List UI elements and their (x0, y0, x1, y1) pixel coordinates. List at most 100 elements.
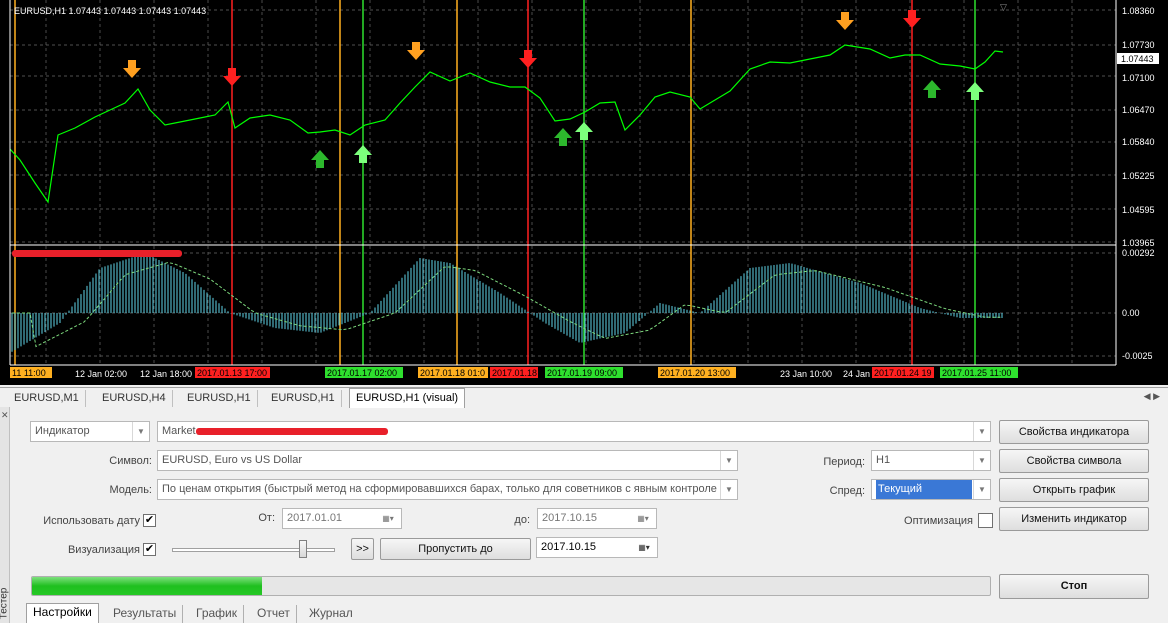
visualization-checkbox[interactable]: ✔ (143, 543, 156, 556)
indicator-tick-label: 0.00 (1122, 308, 1140, 318)
down-arrow-icon (903, 10, 921, 28)
chevron-down-icon: ▼ (973, 480, 990, 499)
period-select-value: H1 (876, 454, 891, 466)
price-tick-label: 1.06470 (1122, 105, 1155, 115)
chevron-down-icon: ▼ (973, 451, 990, 470)
tab-journal[interactable]: Журнал (303, 605, 359, 623)
indicator-axis-ticks: 0.00292 0.00 -0.0025 (1122, 248, 1155, 361)
calendar-icon: ▦▾ (637, 514, 649, 523)
indicator-properties-button[interactable]: Свойства индикатора (999, 420, 1149, 444)
type-select[interactable]: Индикатор ▼ (30, 421, 150, 442)
calendar-icon: ▦▾ (382, 514, 394, 523)
skip-to-button[interactable]: Пропустить до (380, 538, 531, 560)
period-select[interactable]: H1 ▼ (871, 450, 991, 471)
to-date-input[interactable]: 2017.10.15 ▦▾ (537, 508, 657, 529)
indicator-histogram (11, 253, 1003, 352)
price-tick-label: 1.05840 (1122, 137, 1155, 147)
time-tick-label: 12 Jan 18:00 (140, 369, 192, 379)
tab-settings[interactable]: Настройки (26, 603, 99, 623)
up-arrow-icon (354, 145, 372, 163)
signal-time-label: 2017.01.13 17:00 (197, 368, 267, 378)
redacted-indicator-name (12, 250, 182, 257)
skip-to-date-input[interactable]: 2017.10.15 ▦▾ (536, 537, 658, 558)
calendar-icon: ▦▾ (638, 543, 650, 552)
speed-slider-track[interactable] (172, 548, 335, 552)
indicator-tick-label: -0.0025 (1122, 351, 1153, 361)
indicator-select-value: Market (162, 425, 196, 437)
signal-time-label: 11 11:00 (12, 368, 46, 378)
chart-tab-eurusd-h1-visual[interactable]: EURUSD,H1 (visual) (349, 388, 466, 408)
up-arrow-icon (923, 80, 941, 98)
tab-report[interactable]: Отчет (251, 605, 297, 623)
tab-results[interactable]: Результаты (107, 605, 184, 623)
visualization-label: Визуализация (67, 544, 140, 556)
spread-select-value: Текущий (876, 480, 972, 499)
price-chart[interactable]: EURUSD,H1 1.07443 1.07443 1.07443 1.0744… (0, 0, 1168, 385)
time-tick-label: 24 Jan (843, 369, 870, 379)
from-date-input[interactable]: 2017.01.01 ▦▾ (282, 508, 402, 529)
test-progress-bar (31, 576, 991, 596)
chart-shift-marker: ▽ (1000, 2, 1007, 12)
price-tick-label: 1.04595 (1122, 205, 1155, 215)
up-arrow-icon (554, 128, 572, 146)
from-label: От: (258, 512, 275, 524)
close-icon[interactable]: ✕ (1, 410, 9, 421)
open-chart-button[interactable]: Открыть график (999, 478, 1149, 502)
model-select-value: По ценам открытия (быстрый метод на сфор… (162, 483, 717, 495)
signal-time-label: 2017.01.19 09:00 (547, 368, 617, 378)
up-arrow-icon (575, 122, 593, 140)
chart-tab-eurusd-m1[interactable]: EURUSD,M1 (8, 390, 86, 407)
price-tick-label: 1.03965 (1122, 238, 1155, 248)
skip-to-date-value: 2017.10.15 (541, 541, 597, 553)
speed-slider-thumb[interactable] (299, 540, 307, 558)
signal-time-label: 2017.01.18 01:0 (420, 368, 485, 378)
use-date-checkbox[interactable]: ✔ (143, 514, 156, 527)
tab-scroll-arrows[interactable]: ◀ ▶ (1144, 391, 1160, 402)
down-arrow-icon (407, 42, 425, 60)
signal-arrows (123, 10, 984, 168)
signal-time-label: 2017.01.24 19 (874, 368, 932, 378)
to-label: до: (514, 514, 530, 526)
chevron-down-icon: ▼ (132, 422, 149, 441)
model-select[interactable]: По ценам открытия (быстрый метод на сфор… (157, 479, 738, 500)
period-label: Период: (823, 456, 865, 468)
tab-graph[interactable]: График (190, 605, 244, 623)
symbol-select[interactable]: EURUSD, Euro vs US Dollar ▼ (157, 450, 738, 471)
skip-fast-button[interactable]: >> (351, 538, 374, 560)
stop-button[interactable]: Стоп (999, 574, 1149, 599)
redacted-indicator-filename (196, 428, 388, 435)
up-arrow-icon (966, 82, 984, 100)
chart-tab-eurusd-h4[interactable]: EURUSD,H4 (96, 390, 173, 407)
tester-side-label: Тестер (0, 587, 10, 620)
down-arrow-icon (519, 50, 537, 68)
use-date-label: Использовать дату (43, 515, 140, 527)
symbol-select-value: EURUSD, Euro vs US Dollar (162, 454, 302, 466)
signal-time-label: 2017.01.17 02:00 (327, 368, 397, 378)
price-tick-label: 1.07100 (1122, 73, 1155, 83)
spread-label: Спред: (829, 485, 865, 497)
symbol-properties-button[interactable]: Свойства символа (999, 449, 1149, 473)
indicator-tick-label: 0.00292 (1122, 248, 1155, 258)
time-tick-label: 12 Jan 02:00 (75, 369, 127, 379)
chevron-down-icon: ▼ (973, 422, 990, 441)
spread-select[interactable]: Текущий ▼ (871, 479, 991, 500)
signal-time-label: 2017.01.18 (492, 368, 537, 378)
chart-tab-eurusd-h1[interactable]: EURUSD,H1 (181, 390, 258, 407)
chart-area[interactable]: EURUSD,H1 1.07443 1.07443 1.07443 1.0744… (0, 0, 1168, 385)
signal-time-label: 2017.01.25 11:00 (942, 368, 1011, 378)
up-arrow-icon (311, 150, 329, 168)
price-tick-label: 1.08360 (1122, 6, 1155, 16)
modify-indicator-button[interactable]: Изменить индикатор (999, 507, 1149, 531)
time-tick-label: 23 Jan 10:00 (780, 369, 832, 379)
down-arrow-icon (223, 68, 241, 86)
optimization-checkbox[interactable] (978, 513, 993, 528)
model-label: Модель: (109, 484, 152, 496)
price-tick-label: 1.05225 (1122, 171, 1155, 181)
optimization-label: Оптимизация (904, 515, 973, 527)
symbol-label: Символ: (109, 455, 152, 467)
down-arrow-icon (836, 12, 854, 30)
chart-tab-eurusd-h1-2[interactable]: EURUSD,H1 (265, 390, 342, 407)
price-line (9, 44, 1004, 204)
type-select-value: Индикатор (35, 425, 90, 437)
chevron-down-icon: ▼ (720, 480, 737, 499)
